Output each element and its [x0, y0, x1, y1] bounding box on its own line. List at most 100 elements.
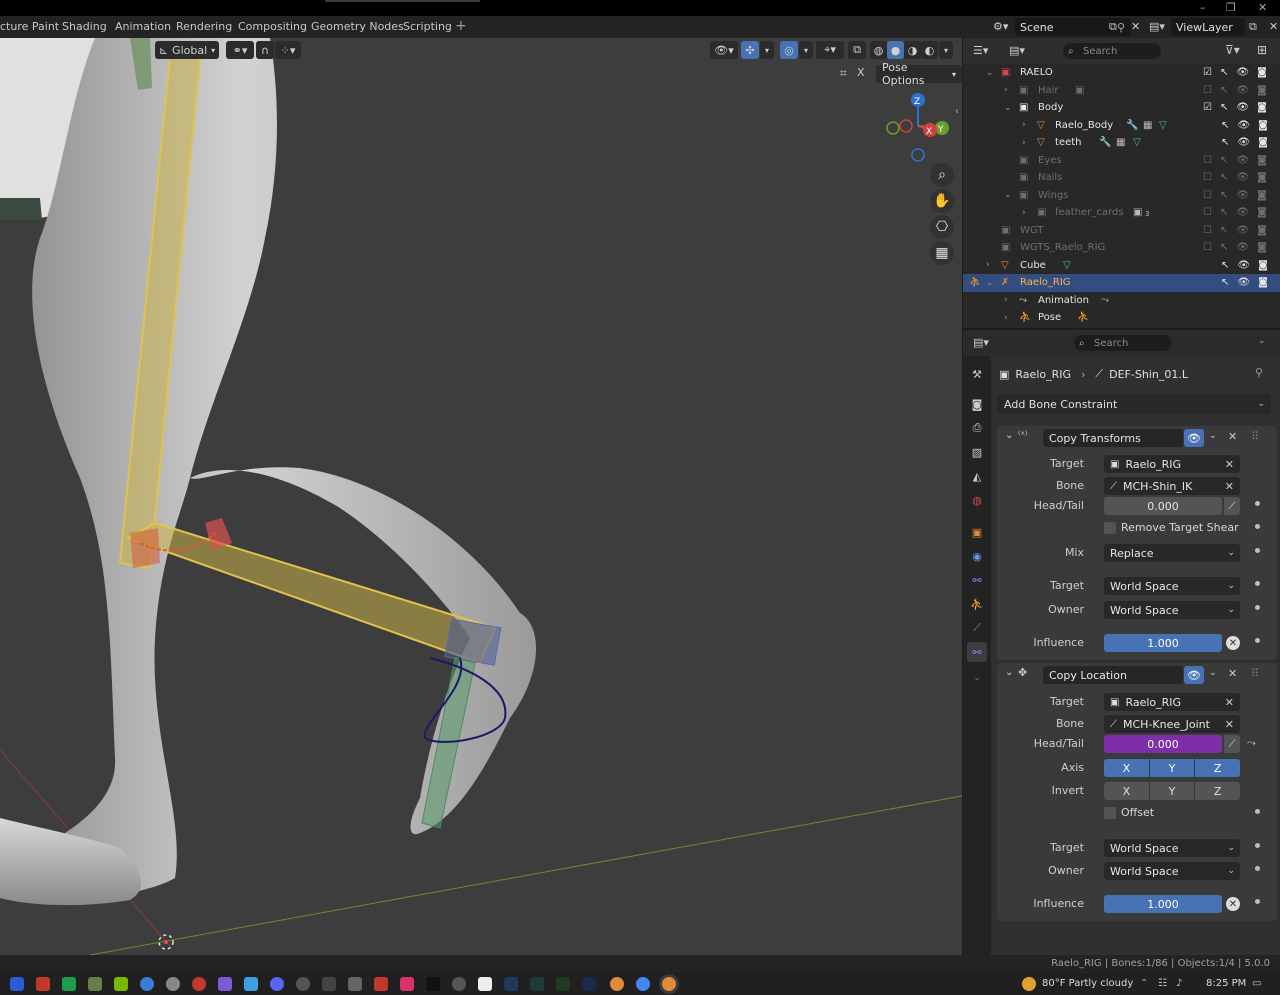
solid-shading[interactable]: ●: [887, 41, 904, 59]
influence-slider[interactable]: 1.000: [1104, 634, 1222, 652]
keyframe-dot[interactable]: [1255, 548, 1260, 553]
instagram-app-icon[interactable]: [400, 977, 414, 991]
bone-field[interactable]: ⟋ MCH-Knee_Joint ✕: [1104, 715, 1240, 733]
keyframe-dot[interactable]: [1255, 866, 1260, 871]
eye-icon[interactable]: 👁: [1237, 260, 1250, 271]
mirror-x-toggle[interactable]: X: [857, 66, 865, 79]
collapse-chevron-icon[interactable]: ⌄: [1005, 667, 1013, 678]
camera-icon[interactable]: ◙: [1258, 260, 1268, 271]
chevron-right-icon[interactable]: ›: [1004, 295, 1008, 305]
cursor-icon[interactable]: ↖: [1220, 67, 1228, 78]
cursor-icon[interactable]: ↖: [1221, 260, 1229, 271]
scene-icon[interactable]: ⚙▾: [993, 20, 1008, 33]
outliner-row-raelo-body[interactable]: › ▽ Raelo_Body 🔧 ▦ ▽ ↖ 👁 ◙: [963, 117, 1280, 135]
minimize-icon[interactable]: –: [1200, 1, 1206, 14]
constraint-enable-toggle[interactable]: 👁: [1184, 666, 1204, 684]
app-icon[interactable]: [374, 977, 388, 991]
checkbox-icon[interactable]: ☐: [1203, 190, 1212, 201]
eye-icon[interactable]: 👁: [1236, 225, 1249, 236]
target-space-dropdown[interactable]: World Space ⌄: [1104, 577, 1240, 595]
render-tab-icon[interactable]: ◙: [967, 394, 987, 414]
clear-icon[interactable]: ✕: [1225, 458, 1234, 471]
checkbox-icon[interactable]: ☑: [1203, 67, 1212, 78]
world-tab-icon[interactable]: ◍: [967, 490, 987, 510]
constraint-name-field[interactable]: Copy Transforms: [1043, 429, 1183, 447]
properties-search-input[interactable]: ⌕ Search: [1074, 335, 1172, 351]
camera-icon[interactable]: ◙: [1257, 207, 1267, 218]
collapse-chevron-icon[interactable]: ⌄: [1005, 430, 1013, 441]
eye-icon[interactable]: 👁: [1237, 277, 1250, 288]
app-icon[interactable]: [88, 977, 102, 991]
follow-bbone-icon[interactable]: ⟋: [1224, 497, 1240, 515]
overlay-toggle[interactable]: ◎: [780, 41, 798, 59]
checkbox-icon[interactable]: ☐: [1203, 225, 1212, 236]
axis-x-toggle[interactable]: X: [1104, 759, 1149, 777]
invert-z-toggle[interactable]: Z: [1195, 782, 1241, 800]
disable-keep-transform-icon[interactable]: ✕: [1226, 636, 1240, 650]
app-icon[interactable]: [62, 977, 76, 991]
app-icon[interactable]: [530, 977, 544, 991]
filter-icon[interactable]: ⊽▾: [1225, 43, 1240, 57]
outliner-row-cube[interactable]: › ▽ Cube ▽ ↖ 👁 ◙: [963, 257, 1280, 275]
invert-y-toggle[interactable]: Y: [1149, 782, 1195, 800]
chevron-down-icon[interactable]: ⌄: [1209, 431, 1217, 441]
zoom-icon[interactable]: ⌕: [930, 163, 954, 187]
editor-type-icon[interactable]: ☰▾: [973, 44, 988, 57]
pose-mode-icon[interactable]: ⛹: [969, 277, 981, 288]
network-icon[interactable]: ☷: [1158, 978, 1167, 989]
tab-animation[interactable]: Animation: [115, 20, 171, 33]
new-collection-icon[interactable]: ⊞: [1257, 43, 1267, 57]
chevron-down-icon[interactable]: ⌄: [1258, 336, 1266, 346]
keyframe-dot[interactable]: [1255, 899, 1260, 904]
camera-icon[interactable]: ◙: [1258, 277, 1268, 288]
cursor-icon[interactable]: ↖: [1220, 155, 1228, 166]
app-icon[interactable]: [478, 977, 492, 991]
cursor-icon[interactable]: ↖: [1220, 225, 1228, 236]
nvidia-app-icon[interactable]: [114, 977, 128, 991]
shading-dropdown[interactable]: ▾: [939, 41, 953, 59]
app-icon[interactable]: [322, 977, 336, 991]
volume-icon[interactable]: ♪: [1176, 978, 1182, 989]
pose-options-dropdown[interactable]: Pose Options ▾: [876, 61, 962, 87]
pin-icon[interactable]: ⚲: [1117, 21, 1125, 34]
disable-keep-transform-icon[interactable]: ✕: [1226, 897, 1240, 911]
cursor-icon[interactable]: ↖: [1220, 190, 1228, 201]
eye-icon[interactable]: 👁: [1236, 207, 1249, 218]
clear-icon[interactable]: ✕: [1225, 696, 1234, 709]
eye-icon[interactable]: 👁: [1237, 120, 1250, 131]
remove-scene-icon[interactable]: ✕: [1131, 20, 1140, 33]
remove-shear-checkbox[interactable]: [1104, 522, 1116, 534]
chevron-right-icon[interactable]: ›: [986, 260, 990, 270]
constraint-enable-toggle[interactable]: 👁: [1184, 429, 1204, 447]
axis-y-toggle[interactable]: Y: [1149, 759, 1195, 777]
visibility-dropdown[interactable]: 👁▾: [710, 41, 738, 59]
keyframe-dot[interactable]: [1255, 524, 1260, 529]
follow-bbone-icon[interactable]: ⟋: [1224, 735, 1240, 753]
eye-icon[interactable]: 👁: [1237, 137, 1250, 148]
clear-icon[interactable]: ✕: [1225, 718, 1234, 731]
notification-icon[interactable]: ▭: [1252, 978, 1261, 989]
eye-icon[interactable]: 👁: [1236, 190, 1249, 201]
chevron-down-icon[interactable]: ⌄: [1004, 190, 1012, 200]
wireframe-shading[interactable]: ◍: [870, 41, 887, 59]
outliner-row-wgt[interactable]: ▣ WGT ☐ ↖ 👁 ◙: [963, 222, 1280, 240]
app-icon[interactable]: [192, 977, 206, 991]
app-icon[interactable]: [218, 977, 232, 991]
transform-affect-icon[interactable]: ⌗: [840, 66, 847, 81]
headtail-slider[interactable]: 0.000: [1104, 735, 1222, 753]
chevron-right-icon[interactable]: ›: [1004, 85, 1008, 95]
camera-icon[interactable]: ⎔: [930, 215, 954, 239]
chevron-right-icon[interactable]: ›: [1022, 138, 1026, 148]
remove-viewlayer-icon[interactable]: ✕: [1269, 20, 1278, 33]
maximize-icon[interactable]: ❐: [1226, 1, 1236, 14]
cursor-icon[interactable]: ↖: [1220, 85, 1228, 96]
camera-icon[interactable]: ◙: [1257, 225, 1267, 236]
keyframe-dot[interactable]: [1255, 605, 1260, 610]
mail-app-icon[interactable]: [10, 977, 24, 991]
bone-tab-icon[interactable]: ⟋: [967, 618, 987, 638]
output-tab-icon[interactable]: ⎙: [967, 418, 987, 438]
xray-toggle[interactable]: ⧉: [848, 41, 866, 59]
pivot-dropdown[interactable]: ⚭▾: [226, 41, 254, 59]
outliner-row-raelo-rig[interactable]: ⛹ ⌄ ✗ Raelo_RIG ↖ 👁 ◙: [963, 274, 1280, 292]
camera-icon[interactable]: ◙: [1258, 137, 1268, 148]
